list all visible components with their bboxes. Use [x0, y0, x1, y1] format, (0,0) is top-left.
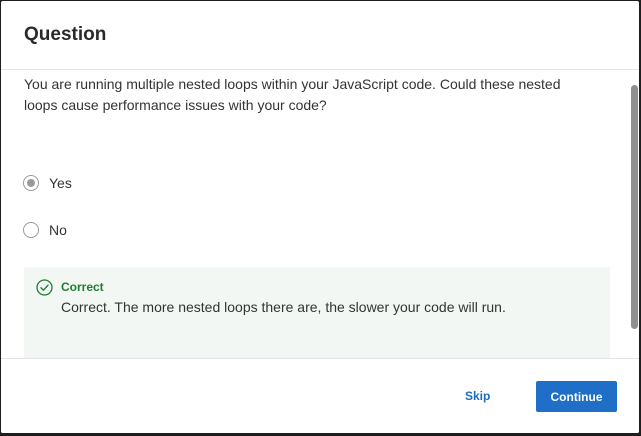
radio-yes[interactable] [23, 175, 39, 191]
continue-button[interactable]: Continue [536, 381, 617, 412]
option-yes-label: Yes [49, 175, 72, 191]
radio-no[interactable] [23, 222, 39, 238]
option-yes[interactable]: Yes [23, 175, 72, 191]
radio-selected-dot [27, 179, 35, 187]
option-no[interactable]: No [23, 222, 67, 238]
skip-button[interactable]: Skip [465, 389, 490, 403]
question-dialog: Question You are running multiple nested… [1, 1, 639, 433]
dialog-footer: Skip Continue [1, 358, 639, 433]
dialog-header: Question [1, 1, 639, 70]
check-circle-icon [36, 279, 53, 296]
dialog-body: You are running multiple nested loops wi… [1, 70, 629, 358]
feedback-title: Correct [61, 280, 104, 294]
option-no-label: No [49, 222, 67, 238]
feedback-panel: Correct Correct. The more nested loops t… [24, 267, 610, 358]
question-text: You are running multiple nested loops wi… [24, 76, 561, 113]
feedback-text: Correct. The more nested loops there are… [61, 299, 506, 315]
scrollbar-thumb[interactable] [631, 85, 638, 329]
dialog-title: Question [24, 24, 107, 45]
